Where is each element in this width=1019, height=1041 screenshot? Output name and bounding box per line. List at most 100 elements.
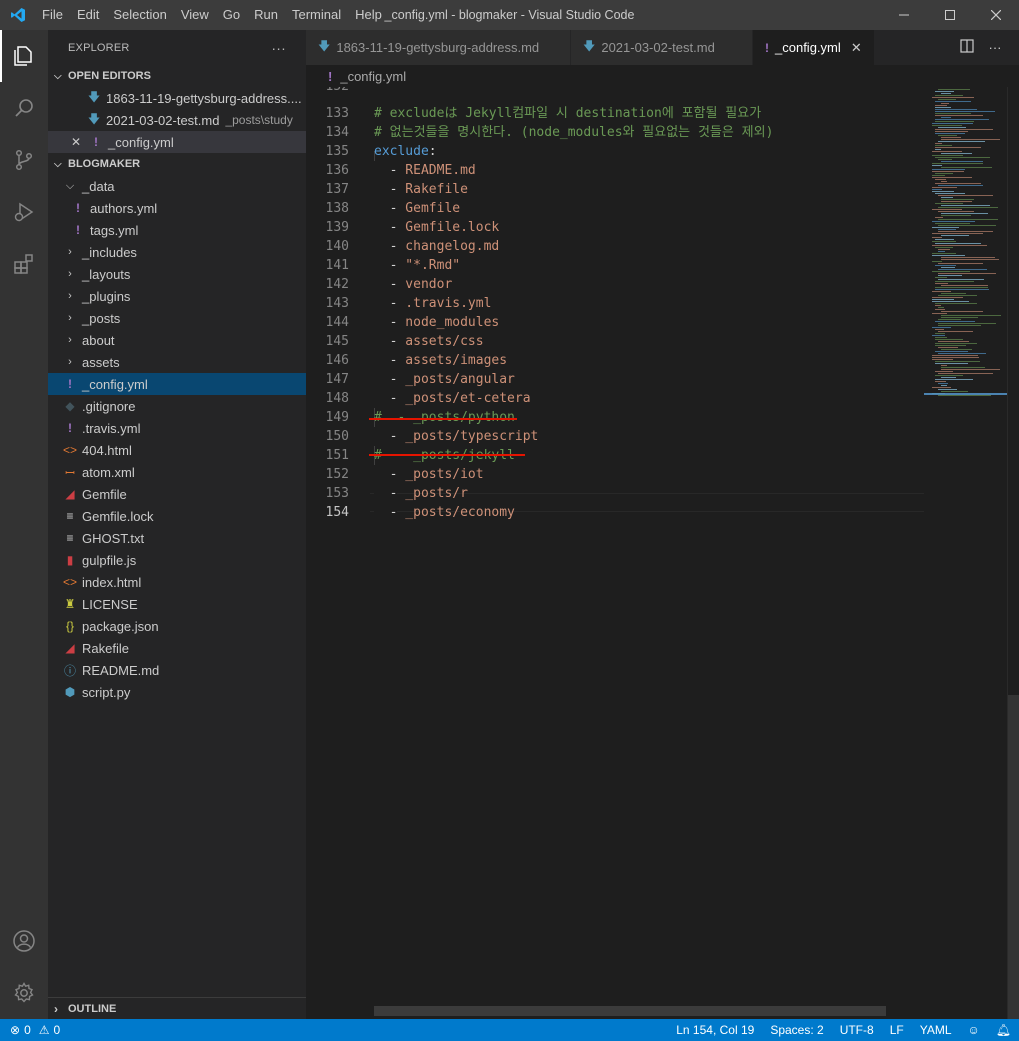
minimap-line xyxy=(938,353,986,354)
tree-file[interactable]: ≡ Gemfile.lock xyxy=(48,505,306,527)
minimap[interactable] xyxy=(924,87,1007,1019)
tree-file[interactable]: ⬢ script.py xyxy=(48,681,306,703)
code-line[interactable]: 133 # excludeは Jekyll컴파일 시 destination에 포… xyxy=(306,104,924,123)
code-line[interactable]: 139 - Gemfile.lock - xyxy=(306,218,924,237)
minimap-line xyxy=(941,201,972,202)
menu-go[interactable]: Go xyxy=(216,0,247,30)
code-line[interactable]: 148 - _posts/et-cetera - xyxy=(306,389,924,408)
minimize-button[interactable] xyxy=(881,0,927,30)
run-debug-icon[interactable] xyxy=(0,186,48,238)
code-editor[interactable]: 152 133 # excludeは Jekyll컴파일 시 destination… xyxy=(306,87,924,1019)
code-line[interactable]: 152 - _posts/iot - xyxy=(306,465,924,484)
code-line[interactable]: 154 - _posts/economy - xyxy=(306,503,924,522)
minimap-line xyxy=(935,247,953,248)
split-editor-icon[interactable] xyxy=(953,39,981,56)
feedback-icon[interactable]: ☺ xyxy=(960,1023,988,1037)
code-line[interactable]: 141 - "*.Rmd" - xyxy=(306,256,924,275)
tree-file[interactable]: ◆ .gitignore xyxy=(48,395,306,417)
menu-terminal[interactable]: Terminal xyxy=(285,0,348,30)
code-line[interactable]: 152 xyxy=(306,87,924,96)
title-bar: File Edit Selection View Go Run Terminal… xyxy=(0,0,1019,30)
outline-section[interactable]: › OUTLINE xyxy=(48,997,306,1019)
tree-folder[interactable]: › _includes xyxy=(48,241,306,263)
annotation-underline xyxy=(369,454,525,456)
minimap-line xyxy=(938,89,970,90)
project-section[interactable]: ⌵ BLOGMAKER xyxy=(48,153,306,175)
tree-file[interactable]: ▮ gulpfile.js xyxy=(48,549,306,571)
code-line[interactable]: 150 - _posts/typescript - xyxy=(306,427,924,446)
tree-file[interactable]: <> index.html xyxy=(48,571,306,593)
code-line[interactable]: 138 - Gemfile - xyxy=(306,199,924,218)
code-line[interactable]: 153 - _posts/r - xyxy=(306,484,924,503)
maximize-button[interactable] xyxy=(927,0,973,30)
tree-file[interactable]: ! authors.yml xyxy=(48,197,306,219)
end-of-line[interactable]: LF xyxy=(882,1023,912,1037)
code-line[interactable]: 143 - .travis.yml - xyxy=(306,294,924,313)
more-actions-icon[interactable]: ··· xyxy=(271,40,286,56)
tab-test[interactable]: 🡇 2021-03-02-test.md xyxy=(571,30,753,65)
vertical-scrollbar[interactable] xyxy=(1007,87,1019,1019)
bell-icon[interactable]: 🔔︎ xyxy=(988,1023,1019,1037)
tree-file[interactable]: ⓘ README.md xyxy=(48,659,306,681)
tree-folder[interactable]: › _plugins xyxy=(48,285,306,307)
close-icon[interactable]: ✕ xyxy=(68,135,84,149)
tree-file[interactable]: <> 404.html xyxy=(48,439,306,461)
code-line[interactable]: 134 # 없는것들을 명시한다. (node_modules와 필요없는 것들은… xyxy=(306,123,924,142)
close-icon[interactable]: ✕ xyxy=(849,40,864,56)
open-editor-item[interactable]: 🡇 1863-11-19-gettysburg-address.... xyxy=(48,87,306,109)
tree-item-label: assets xyxy=(82,354,120,370)
minimap-viewport[interactable] xyxy=(924,393,1007,395)
open-editor-item[interactable]: ✕ ! _config.yml xyxy=(48,131,306,153)
close-window-button[interactable] xyxy=(973,0,1019,30)
menu-edit[interactable]: Edit xyxy=(70,0,106,30)
tab-config[interactable]: ! _config.yml ✕ xyxy=(753,30,875,65)
horizontal-scrollbar[interactable] xyxy=(374,1006,886,1016)
tree-folder[interactable]: › assets xyxy=(48,351,306,373)
indentation[interactable]: Spaces: 2 xyxy=(762,1023,831,1037)
code-line[interactable]: 142 - vendor - xyxy=(306,275,924,294)
language-mode[interactable]: YAML xyxy=(912,1023,960,1037)
menu-selection[interactable]: Selection xyxy=(106,0,173,30)
tree-file[interactable]: {} package.json xyxy=(48,615,306,637)
tree-file[interactable]: ◢ Gemfile xyxy=(48,483,306,505)
cursor-position[interactable]: Ln 154, Col 19 xyxy=(668,1023,762,1037)
tree-folder[interactable]: › _layouts xyxy=(48,263,306,285)
code-line[interactable]: 135 exclude:: xyxy=(306,142,924,161)
explorer-icon[interactable] xyxy=(0,30,48,82)
tree-folder[interactable]: › _posts xyxy=(48,307,306,329)
tab-gettysburg[interactable]: 🡇 1863-11-19-gettysburg-address.md xyxy=(306,30,571,65)
more-actions-icon[interactable]: ··· xyxy=(981,40,1009,55)
menu-view[interactable]: View xyxy=(174,0,216,30)
problems-indicator[interactable]: ⊗ 0 ⚠ 0 xyxy=(0,1023,60,1037)
breadcrumb-file[interactable]: _config.yml xyxy=(340,69,406,84)
search-icon[interactable] xyxy=(0,82,48,134)
menu-run[interactable]: Run xyxy=(247,0,285,30)
tree-file[interactable]: ! .travis.yml xyxy=(48,417,306,439)
code-line[interactable]: 146 - assets/images - xyxy=(306,351,924,370)
tree-file[interactable]: ◢ Rakefile xyxy=(48,637,306,659)
tree-file[interactable]: ≡ GHOST.txt xyxy=(48,527,306,549)
menu-help[interactable]: Help xyxy=(348,0,389,30)
tree-file[interactable]: ! _config.yml xyxy=(48,373,306,395)
source-control-icon[interactable] xyxy=(0,134,48,186)
tree-folder[interactable]: › about xyxy=(48,329,306,351)
tree-file[interactable]: ꟷ atom.xml xyxy=(48,461,306,483)
minimap-line xyxy=(938,127,966,128)
code-line[interactable]: 136 - README.md - xyxy=(306,161,924,180)
code-line[interactable]: 137 - Rakefile - xyxy=(306,180,924,199)
open-editors-section[interactable]: ⌵ OPEN EDITORS xyxy=(48,65,306,87)
tree-folder[interactable]: ⌵ _data xyxy=(48,175,306,197)
gear-icon[interactable] xyxy=(0,967,48,1019)
scrollbar-thumb[interactable] xyxy=(1008,695,1019,1019)
tree-file[interactable]: ♜ LICENSE xyxy=(48,593,306,615)
code-line[interactable]: 145 - assets/css - xyxy=(306,332,924,351)
open-editor-item[interactable]: 🡇 2021-03-02-test.md _posts\study xyxy=(48,109,306,131)
encoding[interactable]: UTF-8 xyxy=(832,1023,882,1037)
code-line[interactable]: 144 - node_modules - xyxy=(306,313,924,332)
menu-file[interactable]: File xyxy=(35,0,70,30)
account-icon[interactable] xyxy=(0,915,48,967)
code-line[interactable]: 147 - _posts/angular - xyxy=(306,370,924,389)
code-line[interactable]: 140 - changelog.md - xyxy=(306,237,924,256)
extensions-icon[interactable] xyxy=(0,238,48,290)
tree-file[interactable]: ! tags.yml xyxy=(48,219,306,241)
